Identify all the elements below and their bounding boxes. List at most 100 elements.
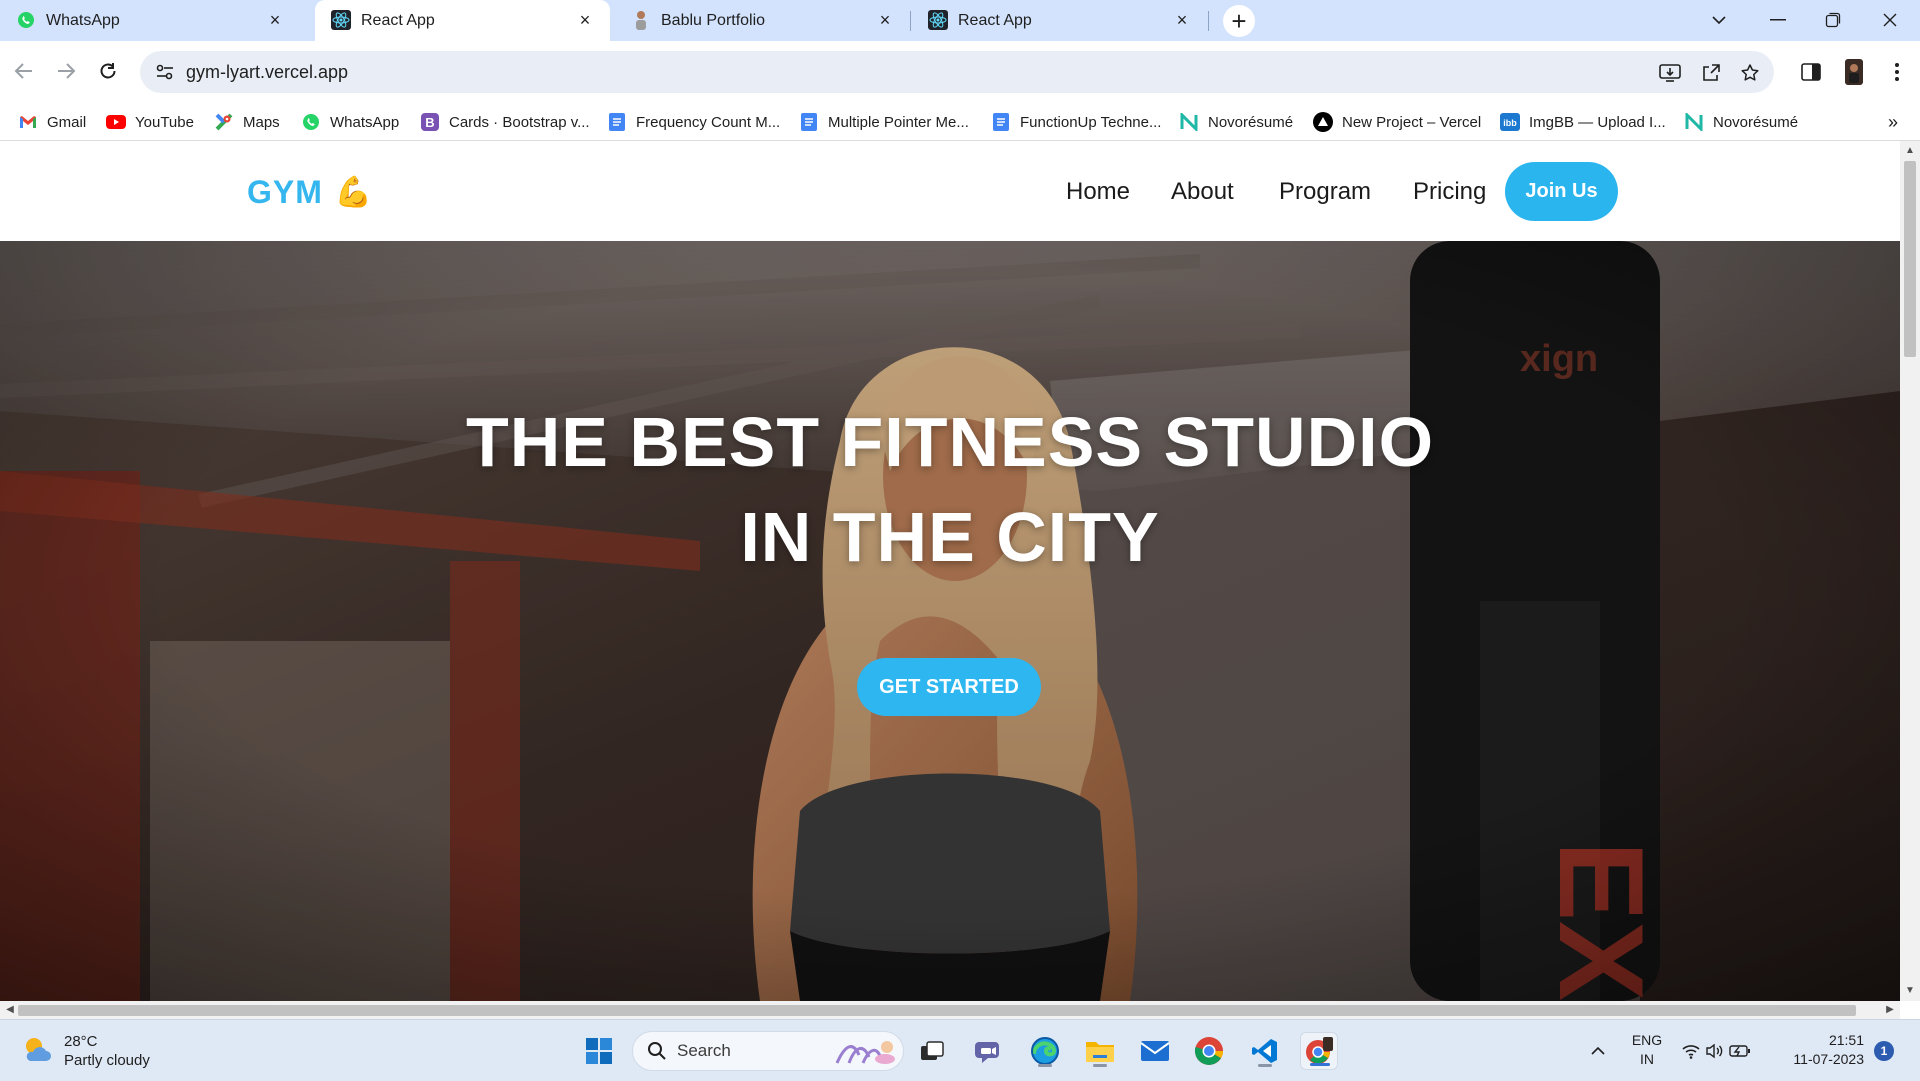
bookmark-youtube[interactable]: YouTube (106, 111, 194, 133)
language-indicator[interactable]: ENG IN (1624, 1031, 1670, 1069)
docs-icon (991, 112, 1011, 132)
nav-home-link[interactable]: Home (1066, 178, 1130, 206)
horizontal-scrollbar[interactable]: ◀ ▶ (0, 1001, 1900, 1019)
active-indicator (1310, 1063, 1330, 1066)
close-icon[interactable]: × (266, 11, 284, 29)
site-logo[interactable]: GYM 💪 (247, 174, 373, 211)
profile-avatar-icon[interactable] (1840, 58, 1868, 86)
chrome-profile-active-icon[interactable] (1300, 1032, 1338, 1070)
bookmark-frequency-count[interactable]: Frequency Count M... (607, 111, 780, 133)
bookmark-whatsapp[interactable]: WhatsApp (301, 111, 399, 133)
tab-bablu-portfolio[interactable]: Bablu Portfolio × (615, 0, 910, 41)
hero-headline-line1: THE BEST FITNESS STUDIO (465, 403, 1435, 481)
svg-text:B: B (425, 115, 434, 130)
url-text: gym-lyart.vercel.app (186, 61, 349, 82)
bookmark-functionup[interactable]: FunctionUp Techne... (991, 111, 1161, 133)
close-icon[interactable]: × (576, 11, 594, 29)
search-highlight-icon (835, 1037, 897, 1065)
browser-toolbar: gym-lyart.vercel.app (0, 41, 1920, 104)
tab-strip: WhatsApp × React App × Bablu Portfolio ×… (0, 0, 1920, 41)
maps-icon (214, 112, 234, 132)
side-panel-icon[interactable] (1797, 58, 1825, 86)
tab-react-app-active[interactable]: React App × (315, 0, 610, 41)
reload-icon[interactable] (92, 55, 124, 87)
weather-widget[interactable]: 28°C Partly cloudy (22, 1032, 150, 1070)
bookmark-bootstrap-cards[interactable]: B Cards · Bootstrap v... (420, 111, 590, 133)
scroll-left-arrow-icon[interactable]: ◀ (3, 1003, 17, 1017)
close-icon[interactable]: × (1173, 11, 1191, 29)
bookmark-gmail[interactable]: Gmail (18, 111, 86, 133)
install-app-icon[interactable] (1656, 59, 1684, 87)
join-us-button[interactable]: Join Us (1505, 162, 1618, 221)
show-hidden-icons-chevron-icon[interactable] (1578, 1032, 1618, 1070)
running-indicator (1093, 1064, 1107, 1067)
bookmark-star-icon[interactable] (1736, 59, 1764, 87)
wifi-icon (1681, 1043, 1701, 1059)
bookmark-novoresume[interactable]: Novorésumé (1179, 111, 1293, 133)
bookmark-maps[interactable]: Maps (214, 111, 280, 133)
gmail-icon (18, 112, 38, 132)
bookmarks-bar: Gmail YouTube Maps WhatsApp B Cards · Bo… (0, 104, 1920, 141)
bookmark-novoresume-2[interactable]: Novorésumé (1684, 111, 1798, 133)
hero-section: EXI xign THE BEST FITNESS STUDIO IN THE … (0, 241, 1900, 1001)
volume-icon (1705, 1043, 1725, 1059)
search-label: Search (677, 1041, 731, 1060)
file-explorer-icon[interactable] (1081, 1032, 1119, 1070)
restore-icon[interactable] (1820, 8, 1846, 32)
vercel-icon (1313, 112, 1333, 132)
nav-pricing-link[interactable]: Pricing (1413, 178, 1486, 206)
whatsapp-icon (301, 112, 321, 132)
share-icon[interactable] (1697, 59, 1725, 87)
windows-taskbar: 28°C Partly cloudy Search ENG IN 21:51 1… (0, 1019, 1920, 1081)
teams-chat-icon[interactable] (970, 1032, 1008, 1070)
tab-separator (1208, 11, 1209, 31)
partly-cloudy-icon (22, 1035, 52, 1068)
webpage-viewport: GYM 💪 Home About Program Pricing Join Us (0, 141, 1900, 1001)
minimize-icon[interactable] (1765, 8, 1791, 32)
tab-react-app[interactable]: React App × (912, 0, 1207, 41)
notification-badge[interactable]: 1 (1874, 1041, 1894, 1061)
weather-description: Partly cloudy (64, 1052, 150, 1069)
chrome-browser-icon[interactable] (1190, 1032, 1228, 1070)
battery-charging-icon (1729, 1044, 1751, 1058)
mail-icon[interactable] (1136, 1032, 1174, 1070)
edge-browser-icon[interactable] (1026, 1032, 1064, 1070)
bookmark-imgbb[interactable]: ibb ImgBB — Upload I... (1500, 111, 1666, 133)
tab-whatsapp[interactable]: WhatsApp × (0, 0, 300, 41)
scroll-down-arrow-icon[interactable]: ▼ (1904, 984, 1916, 998)
site-settings-icon[interactable] (152, 59, 178, 85)
close-icon[interactable]: × (876, 11, 894, 29)
clock[interactable]: 21:51 11-07-2023 (1776, 1031, 1864, 1069)
novoresume-icon (1179, 112, 1199, 132)
get-started-button[interactable]: GET STARTED (857, 658, 1041, 716)
back-arrow-icon[interactable] (8, 55, 40, 87)
logo-text: GYM (247, 174, 323, 210)
bookmark-multiple-pointer[interactable]: Multiple Pointer Me... (799, 111, 969, 133)
search-icon (647, 1041, 667, 1061)
close-window-icon[interactable] (1877, 8, 1903, 32)
new-tab-button[interactable]: + (1223, 5, 1255, 37)
vertical-scrollbar[interactable]: ▲ ▼ (1900, 141, 1920, 1001)
site-header: GYM 💪 Home About Program Pricing Join Us (0, 141, 1900, 241)
forward-arrow-icon[interactable] (50, 55, 82, 87)
scroll-right-arrow-icon[interactable]: ▶ (1883, 1003, 1897, 1017)
vscode-icon[interactable] (1246, 1032, 1284, 1070)
system-tray-status[interactable] (1680, 1032, 1752, 1070)
windows-start-icon[interactable] (580, 1032, 618, 1070)
scroll-up-arrow-icon[interactable]: ▲ (1904, 144, 1916, 158)
bookmark-vercel[interactable]: New Project – Vercel (1313, 111, 1481, 133)
menu-kebab-icon[interactable] (1883, 58, 1911, 86)
bookmarks-overflow-icon[interactable]: » (1888, 112, 1898, 133)
horizontal-scroll-thumb[interactable] (18, 1005, 1856, 1016)
nav-about-link[interactable]: About (1171, 178, 1234, 206)
docs-icon (607, 112, 627, 132)
vertical-scroll-thumb[interactable] (1904, 161, 1916, 357)
taskbar-search-box[interactable]: Search (632, 1031, 904, 1071)
nav-program-link[interactable]: Program (1279, 178, 1371, 206)
weather-temperature: 28°C (64, 1033, 98, 1050)
svg-text:ibb: ibb (1503, 118, 1517, 128)
task-view-icon[interactable] (913, 1032, 951, 1070)
hero-background-image: EXI xign (0, 241, 1900, 1001)
tab-search-chevron-icon[interactable] (1706, 8, 1732, 32)
address-bar[interactable]: gym-lyart.vercel.app (140, 51, 1774, 93)
